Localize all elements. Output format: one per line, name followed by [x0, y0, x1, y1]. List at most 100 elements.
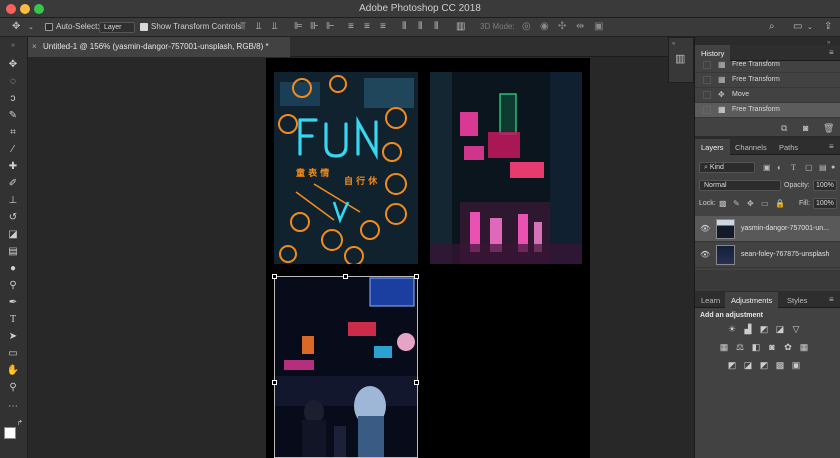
channel-mixer-icon[interactable]: ✿	[783, 342, 793, 352]
close-document-icon[interactable]: ×	[32, 42, 37, 52]
black-white-icon[interactable]: ◧	[751, 342, 761, 352]
elliptical-marquee-tool-icon[interactable]: ◌	[5, 75, 21, 89]
history-brush-source-box[interactable]	[703, 76, 711, 84]
expand-panels-icon[interactable]: «	[672, 39, 675, 49]
transform-handle-top-left[interactable]	[272, 274, 277, 279]
rectangle-tool-icon[interactable]: ▭	[5, 347, 21, 361]
distribute-horizontal-icon[interactable]: ⦀	[418, 22, 422, 32]
history-item[interactable]: ▦ Free Transform	[695, 73, 840, 88]
tab-styles[interactable]: Styles	[781, 292, 813, 308]
align-vertical-center-icon[interactable]: ⫫	[256, 22, 262, 32]
foreground-color-swatch[interactable]	[4, 427, 16, 439]
distribute-left-icon[interactable]: ⦀	[402, 22, 406, 32]
lock-position-icon[interactable]: ✥	[747, 199, 754, 209]
opacity-input[interactable]: 100%	[813, 180, 837, 191]
healing-brush-tool-icon[interactable]: ✚	[5, 160, 21, 174]
type-tool-icon[interactable]: T	[5, 313, 21, 327]
filter-adjustment-icon[interactable]: ◐	[777, 163, 782, 173]
toolbar-collapse-icon[interactable]: »	[5, 39, 21, 53]
history-panel-icon[interactable]: ▥	[675, 54, 685, 65]
more-tools-icon[interactable]: ⋯	[5, 400, 21, 414]
workspace-icon[interactable]: ▭	[793, 22, 802, 32]
color-balance-icon[interactable]: ⚖	[735, 342, 745, 352]
blur-tool-icon[interactable]: ●	[5, 262, 21, 276]
auto-align-icon[interactable]: ▥	[456, 22, 465, 32]
photo-pink-street[interactable]	[430, 72, 582, 264]
lasso-tool-icon[interactable]: ↄ	[5, 92, 21, 106]
transform-handle-middle-right[interactable]	[414, 380, 419, 385]
3d-orbit-icon[interactable]: ◎	[522, 22, 531, 32]
workspace-dropdown-icon[interactable]: ⌄	[807, 23, 813, 33]
filter-shape-icon[interactable]: ▢	[805, 163, 813, 173]
path-selection-tool-icon[interactable]: ➤	[5, 330, 21, 344]
lock-image-pixels-icon[interactable]: ✎	[733, 199, 740, 209]
threshold-icon[interactable]: ◩	[759, 360, 769, 370]
move-tool-icon[interactable]: ✥	[5, 58, 21, 72]
layer-filter-dropdown[interactable]: ⌕ Kind	[699, 162, 755, 173]
layer-visibility-eye-icon[interactable]: 👁	[700, 224, 710, 233]
document-canvas[interactable]: 童 表 情 自 行 休	[266, 58, 590, 458]
pen-tool-icon[interactable]: ✒	[5, 296, 21, 310]
transform-handle-top-center[interactable]	[343, 274, 348, 279]
history-item-selected[interactable]: ▦ Free Transform	[695, 103, 840, 118]
show-transform-controls-checkbox[interactable]	[140, 23, 148, 31]
swap-colors-icon[interactable]: ↱	[17, 419, 23, 427]
lock-artboard-icon[interactable]: ▭	[761, 199, 769, 209]
curves-icon[interactable]: ◩	[759, 324, 769, 334]
tab-paths[interactable]: Paths	[773, 139, 804, 155]
search-icon[interactable]: ⌕	[769, 22, 775, 32]
crop-tool-icon[interactable]: ⌗	[5, 126, 21, 140]
posterize-icon[interactable]: ◪	[743, 360, 753, 370]
lock-all-icon[interactable]: 🔒	[775, 199, 785, 209]
3d-slide-icon[interactable]: ⇹	[576, 22, 584, 32]
history-item[interactable]: ▦ Free Transform	[695, 58, 840, 73]
brightness-contrast-icon[interactable]: ☀	[727, 324, 737, 334]
clone-stamp-tool-icon[interactable]: ⊥	[5, 194, 21, 208]
invert-icon[interactable]: ◩	[727, 360, 737, 370]
tab-channels[interactable]: Channels	[729, 139, 773, 155]
transform-handle-top-right[interactable]	[414, 274, 419, 279]
tab-layers[interactable]: Layers	[695, 139, 730, 155]
dodge-tool-icon[interactable]: ⚲	[5, 279, 21, 293]
align-right-icon[interactable]: ⊩	[326, 22, 335, 32]
photo-filter-icon[interactable]: ◙	[767, 342, 777, 352]
filter-type-icon[interactable]: T	[791, 163, 796, 173]
filter-smart-object-icon[interactable]: ▤	[819, 163, 827, 173]
layer-visibility-eye-icon[interactable]: 👁	[700, 250, 710, 259]
align-horizontal-center-icon[interactable]: ⊪	[310, 22, 319, 32]
panel-menu-icon[interactable]: ≡	[829, 142, 834, 152]
hue-saturation-icon[interactable]: ▦	[719, 342, 729, 352]
photo-fun-neon[interactable]: 童 表 情 自 行 休	[274, 72, 418, 264]
align-top-icon[interactable]: ⫪	[240, 22, 246, 32]
3d-pan-icon[interactable]: ✣	[558, 22, 566, 32]
filter-toggle-icon[interactable]: ●	[831, 163, 835, 173]
lock-transparent-pixels-icon[interactable]: ▩	[719, 199, 727, 209]
gradient-map-icon[interactable]: ▩	[775, 360, 785, 370]
auto-select-checkbox[interactable]	[45, 23, 53, 31]
new-snapshot-icon[interactable]: ◙	[803, 123, 808, 133]
quick-selection-tool-icon[interactable]: ✎	[5, 109, 21, 123]
share-icon[interactable]: ⇪	[824, 22, 832, 32]
distribute-right-icon[interactable]: ⦀	[434, 22, 438, 32]
hand-tool-icon[interactable]: ✋	[5, 364, 21, 378]
brush-tool-icon[interactable]: ✐	[5, 177, 21, 191]
levels-icon[interactable]: ▟	[743, 324, 753, 334]
blend-mode-dropdown[interactable]: Normal	[699, 180, 781, 191]
history-item[interactable]: ✥ Move	[695, 88, 840, 103]
panel-menu-icon[interactable]: ≡	[829, 295, 834, 305]
vibrance-icon[interactable]: ▽	[791, 324, 801, 334]
selective-color-icon[interactable]: ▣	[791, 360, 801, 370]
history-brush-tool-icon[interactable]: ↺	[5, 211, 21, 225]
move-tool-icon[interactable]: ✥	[12, 22, 20, 32]
history-brush-source-box[interactable]	[703, 106, 711, 114]
layer-row-yasmin[interactable]: 👁 yasmin-dangor-757001-un...	[695, 216, 840, 242]
zoom-tool-icon[interactable]: ⚲	[5, 381, 21, 395]
canvas-area[interactable]: 童 表 情 自 行 休	[28, 58, 694, 458]
3d-scale-icon[interactable]: ▣	[594, 22, 603, 32]
document-tab[interactable]: × Untitled-1 @ 156% (yasmin-dangor-75700…	[28, 37, 290, 57]
tab-learn[interactable]: Learn	[695, 292, 726, 308]
distribute-bottom-icon[interactable]: ≡	[380, 22, 386, 32]
distribute-top-icon[interactable]: ≡	[348, 22, 354, 32]
tool-preset-dropdown-icon[interactable]: ⌄	[28, 23, 34, 33]
eraser-tool-icon[interactable]: ◪	[5, 228, 21, 242]
